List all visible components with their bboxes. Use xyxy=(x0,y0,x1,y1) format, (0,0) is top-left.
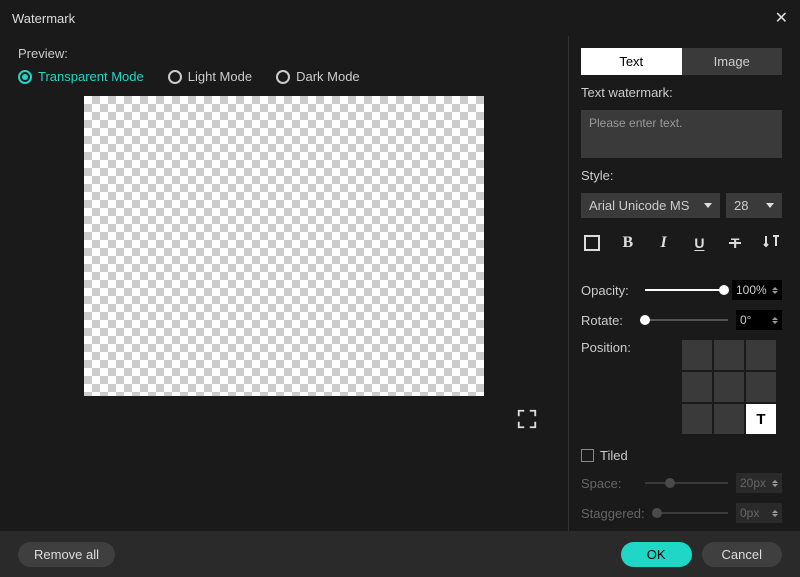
space-slider xyxy=(645,477,728,489)
text-watermark-input[interactable] xyxy=(581,110,782,158)
rotate-label: Rotate: xyxy=(581,313,637,328)
right-pane: Text Image Text watermark: Style: Arial … xyxy=(568,36,800,531)
space-value-box: 20px xyxy=(736,473,782,493)
close-icon[interactable]: ✕ xyxy=(775,8,788,28)
opacity-slider[interactable] xyxy=(645,284,724,296)
space-row: Space: 20px xyxy=(581,473,782,493)
canvas-wrap xyxy=(18,96,550,396)
preview-modes: Transparent Mode Light Mode Dark Mode xyxy=(18,69,550,84)
chevron-down-icon xyxy=(766,203,774,208)
rotate-value: 0° xyxy=(740,313,751,327)
window-title: Watermark xyxy=(12,11,75,26)
opacity-value-box[interactable]: 100% xyxy=(732,280,782,300)
rotate-slider[interactable] xyxy=(645,314,728,326)
footer: Remove all OK Cancel xyxy=(0,531,800,577)
bold-icon: B xyxy=(622,234,633,252)
mode-transparent[interactable]: Transparent Mode xyxy=(18,69,144,84)
underline-icon: U xyxy=(694,235,704,251)
ok-button[interactable]: OK xyxy=(621,542,692,567)
mode-dark[interactable]: Dark Mode xyxy=(276,69,360,84)
color-icon xyxy=(584,235,600,251)
expand-icon xyxy=(516,408,538,430)
bold-button[interactable]: B xyxy=(617,232,639,254)
cancel-button[interactable]: Cancel xyxy=(702,542,782,567)
font-value: Arial Unicode MS xyxy=(589,198,689,213)
underline-button[interactable]: U xyxy=(688,232,710,254)
position-label: Position: xyxy=(581,340,631,434)
strikethrough-icon: T xyxy=(731,235,740,251)
staggered-value: 0px xyxy=(740,506,759,520)
staggered-label: Staggered: xyxy=(581,506,649,521)
staggered-row: Staggered: 0px xyxy=(581,503,782,523)
style-label: Style: xyxy=(581,168,782,183)
position-cell-tl[interactable] xyxy=(682,340,712,370)
spinner-icon xyxy=(772,510,778,517)
position-cell-bc[interactable] xyxy=(714,404,744,434)
font-size-value: 28 xyxy=(734,198,748,213)
position-cell-mc[interactable] xyxy=(714,372,744,402)
spinner-icon xyxy=(772,317,778,324)
space-label: Space: xyxy=(581,476,637,491)
opacity-label: Opacity: xyxy=(581,283,637,298)
titlebar: Watermark ✕ xyxy=(0,0,800,36)
position-cell-mr[interactable] xyxy=(746,372,776,402)
mode-label: Light Mode xyxy=(188,69,252,84)
position-row: Position: T xyxy=(581,340,782,434)
spinner-icon xyxy=(772,480,778,487)
font-select[interactable]: Arial Unicode MS xyxy=(581,193,720,218)
mode-label: Dark Mode xyxy=(296,69,360,84)
tiled-checkbox[interactable] xyxy=(581,449,594,462)
expand-button[interactable] xyxy=(516,408,538,435)
mode-label: Transparent Mode xyxy=(38,69,144,84)
rotate-value-box[interactable]: 0° xyxy=(736,310,782,330)
opacity-row: Opacity: 100% xyxy=(581,280,782,300)
mode-light[interactable]: Light Mode xyxy=(168,69,252,84)
staggered-value-box: 0px xyxy=(736,503,782,523)
style-row: Arial Unicode MS 28 xyxy=(581,193,782,218)
rotate-row: Rotate: 0° xyxy=(581,310,782,330)
left-pane: Preview: Transparent Mode Light Mode Dar… xyxy=(0,36,568,531)
staggered-slider xyxy=(657,507,728,519)
opacity-value: 100% xyxy=(736,283,767,297)
spinner-icon xyxy=(772,287,778,294)
text-watermark-label: Text watermark: xyxy=(581,85,782,100)
position-cell-br[interactable]: T xyxy=(746,404,776,434)
position-grid: T xyxy=(682,340,776,434)
vertical-text-button[interactable] xyxy=(760,232,782,254)
space-value: 20px xyxy=(740,476,766,490)
preview-canvas[interactable] xyxy=(84,96,484,396)
content: Preview: Transparent Mode Light Mode Dar… xyxy=(0,36,800,531)
tab-image[interactable]: Image xyxy=(682,48,783,75)
preview-label: Preview: xyxy=(18,46,550,61)
tab-text[interactable]: Text xyxy=(581,48,682,75)
strikethrough-button[interactable]: T xyxy=(724,232,746,254)
tiled-label: Tiled xyxy=(600,448,628,463)
chevron-down-icon xyxy=(704,203,712,208)
position-cell-ml[interactable] xyxy=(682,372,712,402)
italic-icon: I xyxy=(660,234,666,252)
text-color-button[interactable] xyxy=(581,232,603,254)
position-selected-glyph: T xyxy=(756,411,765,428)
watermark-dialog: Watermark ✕ Preview: Transparent Mode Li… xyxy=(0,0,800,577)
tabs: Text Image xyxy=(581,48,782,75)
radio-icon xyxy=(18,70,32,84)
style-buttons: B I U T xyxy=(581,232,782,254)
italic-button[interactable]: I xyxy=(653,232,675,254)
remove-all-button[interactable]: Remove all xyxy=(18,542,115,567)
radio-icon xyxy=(168,70,182,84)
vertical-text-icon xyxy=(762,234,780,252)
position-cell-tc[interactable] xyxy=(714,340,744,370)
position-cell-bl[interactable] xyxy=(682,404,712,434)
tiled-row: Tiled xyxy=(581,448,782,463)
font-size-select[interactable]: 28 xyxy=(726,193,782,218)
radio-icon xyxy=(276,70,290,84)
position-cell-tr[interactable] xyxy=(746,340,776,370)
